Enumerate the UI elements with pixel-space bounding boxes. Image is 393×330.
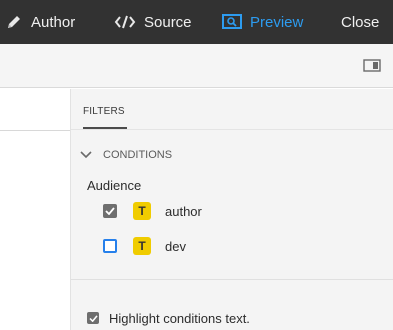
author-label: Author (31, 13, 76, 31)
highlight-label: Highlight conditions text. (109, 310, 250, 326)
source-label: Source (144, 13, 192, 31)
condition-tag: T (133, 237, 151, 255)
document-pane (0, 89, 70, 330)
condition-item-dev[interactable]: T dev (103, 237, 186, 255)
condition-label: author (165, 203, 202, 219)
close-label: Close (341, 13, 380, 31)
condition-tag: T (133, 202, 151, 220)
condition-item-author[interactable]: T author (103, 202, 202, 220)
conditions-section-header[interactable]: CONDITIONS (79, 148, 172, 162)
pencil-icon (5, 13, 23, 31)
top-toolbar: Author Source Preview Close (0, 0, 393, 44)
close-button[interactable]: Close (341, 0, 379, 44)
source-button[interactable]: Source (114, 0, 192, 44)
highlight-conditions-option[interactable]: Highlight conditions text. (87, 310, 250, 326)
conditions-header-label: CONDITIONS (103, 149, 173, 161)
filters-panel: FILTERS CONDITIONS Audience T author T d… (70, 89, 393, 330)
tab-filters[interactable]: FILTERS (83, 106, 125, 117)
preview-label: Preview (250, 13, 304, 31)
condition-label: dev (165, 238, 186, 254)
dev-checkbox[interactable] (103, 239, 117, 253)
preview-icon (222, 14, 242, 30)
preview-button[interactable]: Preview (222, 0, 303, 44)
chevron-down-icon (79, 148, 93, 162)
author-button[interactable]: Author (5, 0, 75, 44)
secondary-toolbar (0, 44, 393, 88)
document-subbar (0, 89, 70, 131)
divider (71, 129, 393, 130)
code-icon (114, 14, 136, 30)
audience-group-label: Audience (87, 178, 142, 193)
divider (71, 279, 393, 280)
author-checkbox[interactable] (103, 204, 117, 218)
highlight-checkbox[interactable] (87, 312, 99, 324)
panel-toggle-icon[interactable] (363, 58, 381, 73)
